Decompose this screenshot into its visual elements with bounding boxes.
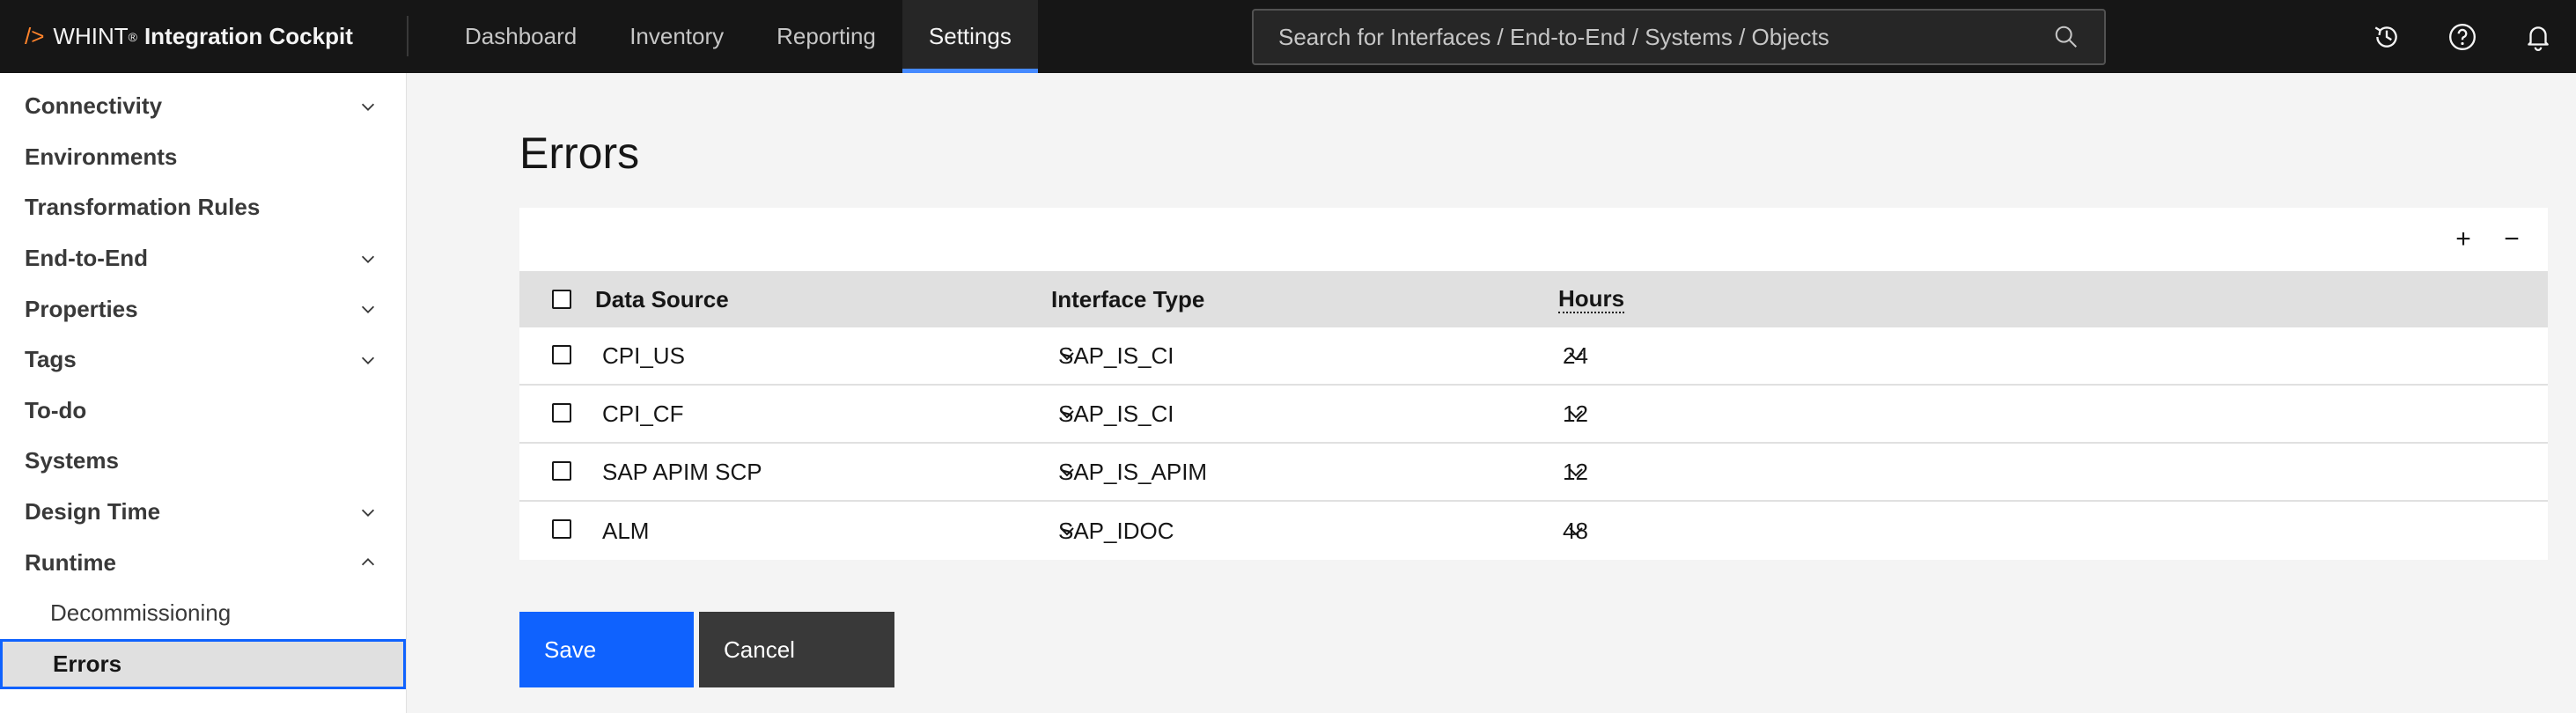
- cancel-button[interactable]: Cancel: [699, 612, 894, 687]
- interface-type-value: SAP_IS_CI: [1058, 342, 1174, 369]
- hours-value[interactable]: 48: [1563, 502, 1588, 560]
- sidebar-item-decommissioning[interactable]: Decommissioning: [0, 588, 406, 639]
- sidebar-item-systems[interactable]: Systems: [0, 436, 406, 487]
- interface-type-value: SAP_IDOC: [1058, 517, 1174, 544]
- table-toolbar: + −: [519, 208, 2548, 271]
- main-nav: Dashboard Inventory Reporting Settings: [438, 0, 1038, 73]
- hours-value[interactable]: 24: [1563, 327, 1588, 384]
- sidebar-item-todo[interactable]: To-do: [0, 386, 406, 437]
- help-icon: [2449, 23, 2476, 50]
- save-button[interactable]: Save: [519, 612, 694, 687]
- sidebar-item-connectivity[interactable]: Connectivity: [0, 81, 406, 132]
- data-source-value: CPI_US: [602, 342, 685, 369]
- history-icon: [2374, 26, 2397, 48]
- notification-icon: [2528, 26, 2549, 51]
- sidebar-item-label: Connectivity: [25, 92, 163, 120]
- sidebar-item-properties[interactable]: Properties: [0, 283, 406, 334]
- brand-registered-mark: ®: [128, 29, 137, 44]
- brand-logo[interactable]: /> WHINT ® Integration Cockpit: [25, 0, 353, 73]
- nav-settings[interactable]: Settings: [902, 0, 1038, 73]
- sidebar-item-label: Errors: [53, 650, 122, 677]
- chevron-up-icon: [361, 558, 375, 566]
- column-header-data-source[interactable]: Data Source: [595, 271, 729, 327]
- sidebar-item-end-to-end[interactable]: End-to-End: [0, 233, 406, 284]
- add-row-button[interactable]: +: [2447, 224, 2479, 255]
- chevron-down-icon: [361, 305, 375, 314]
- select-all-checkbox[interactable]: [552, 290, 571, 309]
- interface-type-value: SAP_IS_CI: [1058, 400, 1174, 427]
- chevron-down-icon: [361, 356, 375, 364]
- data-source-value: CPI_CF: [602, 400, 684, 427]
- chevron-down-icon: [361, 103, 375, 111]
- chevron-down-icon: [361, 509, 375, 517]
- column-header-hours-label: Hours: [1558, 285, 1625, 313]
- interface-type-dropdown[interactable]: SAP_IDOC: [1058, 502, 1586, 560]
- brand-product: Integration Cockpit: [144, 23, 353, 49]
- sidebar-item-environments[interactable]: Environments: [0, 132, 406, 183]
- hours-value[interactable]: 12: [1563, 386, 1588, 442]
- minus-icon: −: [2504, 224, 2520, 254]
- hours-value[interactable]: 12: [1563, 444, 1588, 500]
- column-header-interface-type[interactable]: Interface Type: [1051, 271, 1204, 327]
- sidebar-item-transformation-rules[interactable]: Transformation Rules: [0, 182, 406, 233]
- notifications-button[interactable]: [2500, 0, 2576, 73]
- data-source-value: ALM: [602, 517, 650, 544]
- table-header: Data Source Interface Type Hours: [519, 271, 2548, 327]
- sidebar-item-label: Environments: [25, 143, 178, 170]
- errors-table: + − Data Source Interface Type Hours CPI…: [519, 208, 2548, 560]
- sidebar-item-label: End-to-End: [25, 245, 149, 272]
- sidebar-item-label: To-do: [25, 396, 87, 423]
- interface-type-dropdown[interactable]: SAP_IS_APIM: [1058, 444, 1586, 500]
- sidebar-item-label: Tags: [25, 346, 77, 373]
- data-source-value: SAP APIM SCP: [602, 458, 762, 485]
- settings-sidebar: Connectivity Environments Transformation…: [0, 73, 407, 713]
- row-checkbox[interactable]: [552, 461, 571, 481]
- column-header-hours[interactable]: Hours: [1558, 271, 1625, 327]
- sidebar-item-label: Runtime: [25, 548, 116, 576]
- sidebar-item-label: Properties: [25, 295, 138, 322]
- top-header: /> WHINT ® Integration Cockpit Dashboard …: [0, 0, 2576, 73]
- sidebar-item-label: Systems: [25, 447, 119, 474]
- sidebar-item-errors[interactable]: Errors: [0, 638, 406, 690]
- header-actions: [2349, 0, 2576, 73]
- remove-row-button[interactable]: −: [2496, 224, 2528, 255]
- sidebar-item-label: Decommissioning: [50, 599, 232, 627]
- data-source-dropdown[interactable]: CPI_CF: [602, 386, 1078, 442]
- table-row: SAP APIM SCP SAP_IS_APIM 12: [519, 444, 2548, 502]
- interface-type-dropdown[interactable]: SAP_IS_CI: [1058, 327, 1586, 384]
- global-search: [1252, 9, 2106, 65]
- help-button[interactable]: [2425, 0, 2500, 73]
- header-divider: [407, 16, 408, 56]
- chevron-down-icon: [361, 255, 375, 263]
- nav-reporting[interactable]: Reporting: [750, 0, 902, 73]
- search-input[interactable]: [1278, 23, 2053, 51]
- brand-name: WHINT: [53, 23, 129, 49]
- data-source-dropdown[interactable]: ALM: [602, 502, 1078, 560]
- interface-type-value: SAP_IS_APIM: [1058, 458, 1208, 485]
- row-checkbox[interactable]: [552, 519, 571, 539]
- brand-slash: />: [25, 23, 45, 49]
- table-row: CPI_CF SAP_IS_CI 12: [519, 386, 2548, 444]
- nav-dashboard[interactable]: Dashboard: [438, 0, 603, 73]
- table-row: ALM SAP_IDOC 48: [519, 502, 2548, 560]
- sidebar-item-design-time[interactable]: Design Time: [0, 487, 406, 538]
- data-source-dropdown[interactable]: SAP APIM SCP: [602, 444, 1078, 500]
- sidebar-item-label: Transformation Rules: [25, 194, 261, 221]
- nav-inventory[interactable]: Inventory: [603, 0, 750, 73]
- interface-type-dropdown[interactable]: SAP_IS_CI: [1058, 386, 1586, 442]
- row-checkbox[interactable]: [552, 345, 571, 364]
- data-source-dropdown[interactable]: CPI_US: [602, 327, 1078, 384]
- sidebar-item-label: Design Time: [25, 498, 161, 526]
- table-row: CPI_US SAP_IS_CI 24: [519, 327, 2548, 386]
- plus-icon: +: [2455, 224, 2471, 254]
- history-button[interactable]: [2349, 0, 2425, 73]
- sidebar-item-runtime[interactable]: Runtime: [0, 537, 406, 588]
- page-title: Errors: [519, 129, 640, 178]
- sidebar-item-tags[interactable]: Tags: [0, 334, 406, 386]
- search-icon[interactable]: [2053, 24, 2079, 50]
- row-checkbox[interactable]: [552, 403, 571, 423]
